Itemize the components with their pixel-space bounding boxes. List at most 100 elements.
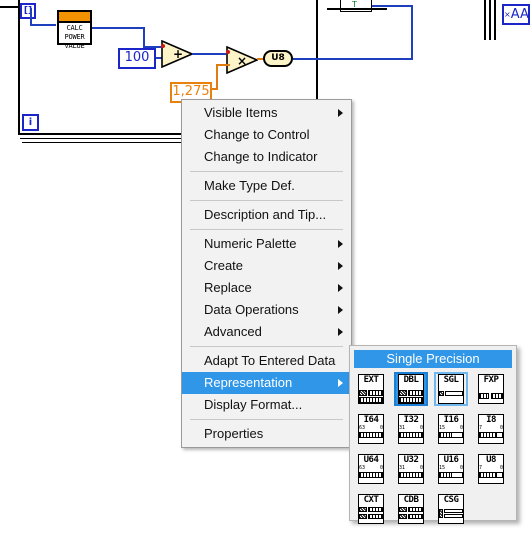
menu-item-label: Create: [204, 258, 244, 273]
palette-item-glyph-icon: 15 0: [439, 466, 463, 481]
palette-item-fxp[interactable]: FXP: [474, 372, 508, 406]
palette-item-i32[interactable]: I32 31 0: [394, 412, 428, 446]
palette-item-glyph-icon: [479, 386, 503, 401]
menu-item-label: Make Type Def.: [204, 178, 295, 193]
menu-item-change-to-control[interactable]: Change to Control: [182, 124, 351, 146]
palette-item-glyph-icon: 15 0: [439, 426, 463, 441]
palette-item-icon: FXP: [478, 374, 504, 404]
palette-item-u16[interactable]: U16 15 0: [434, 452, 468, 486]
palette-item-label: SGL: [443, 375, 459, 385]
palette-item-icon: U64 63 0: [358, 454, 384, 484]
palette-item-i16[interactable]: I16 15 0: [434, 412, 468, 446]
menu-item-properties[interactable]: Properties: [182, 423, 351, 445]
palette-item-label: I16: [443, 415, 459, 425]
palette-item-label: U64: [363, 455, 379, 465]
menu-item-change-to-indicator[interactable]: Change to Indicator: [182, 146, 351, 168]
menu-item-create[interactable]: Create: [182, 255, 351, 277]
palette-item-bit-ticks: 31 0: [399, 465, 423, 471]
menu-item-label: Visible Items: [204, 105, 278, 120]
menu-item-display-format[interactable]: Display Format...: [182, 394, 351, 416]
palette-item-dbl[interactable]: DBL: [394, 372, 428, 406]
menu-separator: [190, 229, 343, 230]
menu-item-label: Properties: [204, 426, 264, 441]
loop-iteration-terminal[interactable]: i: [22, 114, 39, 131]
palette-item-glyph-icon: 70: [479, 466, 503, 481]
palette-item-label: I8: [486, 415, 496, 425]
palette-item-glyph-icon: [439, 386, 463, 401]
palette-item-i64[interactable]: I64 63 0: [354, 412, 388, 446]
palette-row: CXT CDB CSG: [354, 492, 512, 526]
palette-item-bit-ticks: 70: [479, 465, 503, 471]
numeric-constant-100[interactable]: 100: [118, 48, 156, 69]
palette-item-icon: I64 63 0: [358, 414, 384, 444]
palette-item-glyph-icon: 31 0: [399, 426, 423, 441]
to-u8-conversion[interactable]: U8: [263, 50, 293, 67]
palette-item-glyph-icon: [439, 506, 463, 521]
menu-item-visible-items[interactable]: Visible Items: [182, 102, 351, 124]
palette-item-bit-ticks: 63 0: [359, 465, 383, 471]
palette-item-label: U32: [403, 455, 419, 465]
palette-item-label: CXT: [363, 495, 379, 505]
string-cursor-icon: ×: [504, 10, 511, 19]
menu-item-advanced[interactable]: Advanced: [182, 321, 351, 343]
menu-item-adapt-to-entered-data[interactable]: Adapt To Entered Data: [182, 350, 351, 372]
palette-item-glyph-icon: [359, 506, 383, 521]
palette-item-label: DBL: [403, 375, 419, 385]
wire-subvi-down: [143, 27, 145, 47]
subvi-label-line2: POWER: [64, 33, 85, 41]
wire-array-to-subvi-h: [30, 24, 56, 26]
palette-rows: EXT DBL SGL FXP I64 63 0 I32 31 0 I16 15 0 I8 7 0 U64 63 0…: [354, 372, 512, 526]
palette-item-glyph-icon: [399, 506, 423, 521]
palette-item-csg[interactable]: CSG: [434, 492, 468, 526]
menu-item-description-and-tip[interactable]: Description and Tip...: [182, 204, 351, 226]
structure-edge-line-2: [489, 0, 491, 40]
menu-separator: [190, 346, 343, 347]
representation-palette[interactable]: Single Precision EXT DBL SGL FXP I64 63 0 I32 31…: [349, 345, 517, 524]
chevron-right-icon: [338, 284, 343, 292]
palette-item-label: FXP: [483, 375, 499, 385]
palette-item-sgl[interactable]: SGL: [434, 372, 468, 406]
add-function[interactable]: +: [161, 40, 193, 68]
menu-separator: [190, 419, 343, 420]
palette-row: U64 63 0 U32 31 0 U16 15 0 U8 7 0: [354, 452, 512, 486]
wire-dbl-const-v: [216, 64, 218, 90]
menu-item-representation[interactable]: Representation: [182, 372, 351, 394]
palette-item-cxt[interactable]: CXT: [354, 492, 388, 526]
palette-item-label: I64: [363, 415, 379, 425]
menu-item-label: Change to Control: [204, 127, 310, 142]
palette-item-bit-ticks: 15 0: [439, 465, 463, 471]
palette-row: I64 63 0 I32 31 0 I16 15 0 I8 7 0: [354, 412, 512, 446]
menu-item-label: Adapt To Entered Data: [204, 353, 336, 368]
menu-item-make-type-def[interactable]: Make Type Def.: [182, 175, 351, 197]
palette-item-label: EXT: [363, 375, 379, 385]
palette-item-bit-ticks: 31 0: [399, 425, 423, 431]
chevron-right-icon: [338, 109, 343, 117]
palette-item-i8[interactable]: I8 7 0: [474, 412, 508, 446]
chevron-right-icon: [338, 306, 343, 314]
subvi-label-line1: CALC: [66, 24, 83, 32]
wire-u8-right-top: [370, 5, 413, 7]
menu-item-numeric-palette[interactable]: Numeric Palette: [182, 233, 351, 255]
menu-item-label: Numeric Palette: [204, 236, 297, 251]
palette-item-u64[interactable]: U64 63 0: [354, 452, 388, 486]
string-constant-aa[interactable]: ×AA: [502, 4, 530, 25]
wire-u8-out: [293, 58, 413, 60]
menu-item-replace[interactable]: Replace: [182, 277, 351, 299]
calc-power-value-subvi[interactable]: CALC POWER VALUE: [57, 10, 92, 50]
subvi-label-line3: VALUE: [64, 42, 85, 50]
loop-left-border: [18, 0, 20, 135]
menu-item-data-operations[interactable]: Data Operations: [182, 299, 351, 321]
array-terminal[interactable]: []: [20, 3, 36, 19]
palette-item-u32[interactable]: U32 31 0: [394, 452, 428, 486]
palette-item-cdb[interactable]: CDB: [394, 492, 428, 526]
wire-dbl-const-h: [216, 64, 230, 66]
palette-item-u8[interactable]: U8 7 0: [474, 452, 508, 486]
context-menu[interactable]: Visible Items Change to Control Change t…: [181, 99, 352, 448]
multiply-function[interactable]: ×: [226, 46, 258, 74]
palette-item-glyph-icon: 70: [479, 426, 503, 441]
palette-item-icon: CDB: [398, 494, 424, 524]
top-left-wire: [0, 6, 20, 8]
chevron-right-icon: [338, 240, 343, 248]
palette-item-ext[interactable]: EXT: [354, 372, 388, 406]
menu-separator: [190, 200, 343, 201]
